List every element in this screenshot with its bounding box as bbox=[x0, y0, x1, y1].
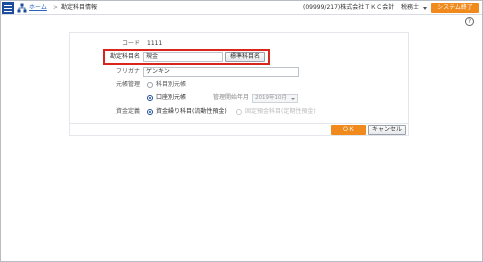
hamburger-menu-icon[interactable] bbox=[2, 2, 14, 14]
fund-option-liquid-radio[interactable] bbox=[147, 109, 153, 115]
balance-mgmt-label: 元帳管理 bbox=[115, 81, 140, 88]
account-name-label: 勘定科目名 bbox=[109, 53, 140, 60]
breadcrumb-home-link[interactable]: ホーム bbox=[29, 3, 47, 13]
footer-divider bbox=[69, 123, 409, 124]
balance-option-account-label: 科目別元帳 bbox=[156, 81, 187, 88]
ok-button[interactable]: ＯＫ bbox=[331, 125, 366, 135]
chevron-down-icon bbox=[291, 98, 295, 100]
account-name-input[interactable]: 現金 bbox=[143, 52, 223, 62]
kana-label: フリガナ bbox=[115, 68, 140, 75]
company-name: (09999/217)株式会社ＴＫＣ会計 bbox=[303, 4, 395, 11]
mgmt-start-label: 管理開始年月 bbox=[213, 94, 250, 101]
chevron-down-icon[interactable] bbox=[423, 7, 427, 10]
kana-input[interactable]: ゲンキン bbox=[143, 67, 299, 77]
mgmt-start-value: 2019年10月 bbox=[255, 95, 287, 101]
top-bar: ホーム > 勘定科目情報 (09999/217)株式会社ＴＫＣ会計 税務士 シス… bbox=[1, 1, 482, 15]
fund-option-liquid-label: 資金繰り科目(流動性預金) bbox=[156, 108, 227, 115]
mgmt-start-select[interactable]: 2019年10月 bbox=[252, 94, 298, 103]
balance-option-account-radio[interactable] bbox=[147, 82, 153, 88]
code-value: 1111 bbox=[147, 40, 163, 47]
breadcrumb-separator: > bbox=[53, 4, 59, 11]
breadcrumb-current: 勘定科目情報 bbox=[61, 4, 98, 11]
balance-option-bank-radio[interactable] bbox=[147, 95, 153, 101]
help-icon[interactable]: ? bbox=[465, 17, 474, 26]
code-label: コード bbox=[121, 40, 140, 47]
user-menu[interactable]: 税務士 bbox=[401, 3, 419, 13]
standard-name-button[interactable]: 標準科目名 bbox=[225, 52, 265, 62]
balance-option-bank-label: 口座別元帳 bbox=[156, 94, 187, 101]
fund-definition-label: 資金定義 bbox=[115, 108, 140, 115]
cancel-button[interactable]: キャンセル bbox=[368, 125, 406, 135]
system-exit-button[interactable]: システム終了 bbox=[431, 3, 479, 13]
org-tree-icon bbox=[17, 3, 27, 13]
fund-option-fixed-radio[interactable] bbox=[236, 109, 242, 115]
fund-option-fixed-label: 固定預金科目(定期性預金) bbox=[245, 108, 316, 115]
